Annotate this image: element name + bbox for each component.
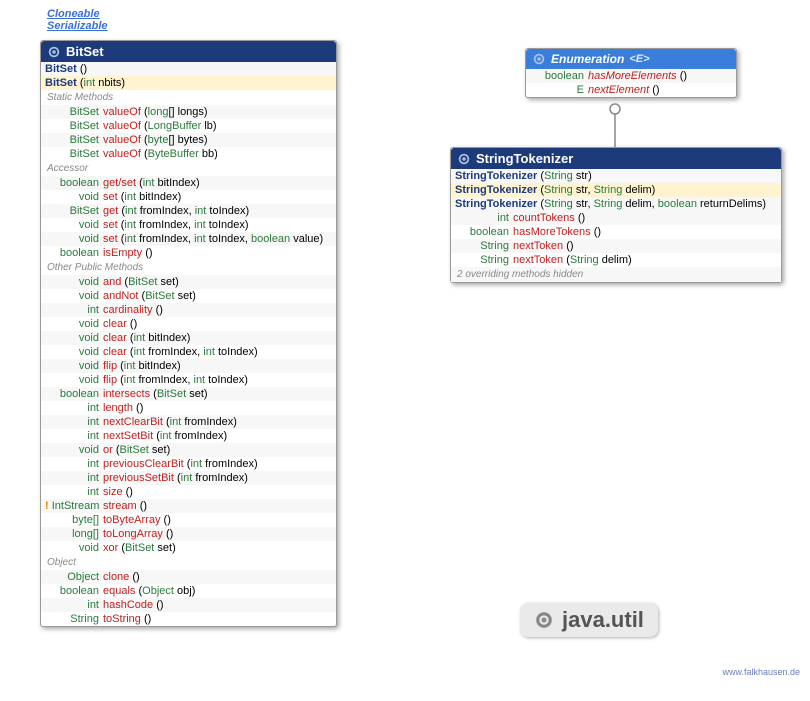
method-row: StringnextToken () xyxy=(451,239,781,253)
method-row: intlength () xyxy=(41,401,336,415)
method-row: voidflip (int bitIndex) xyxy=(41,359,336,373)
gear-icon xyxy=(47,45,61,59)
gear-icon xyxy=(534,610,554,630)
method-row: intcountTokens () xyxy=(451,211,781,225)
constructor-row: StringTokenizer (String str, String deli… xyxy=(451,183,781,197)
method-row: EnextElement () xyxy=(526,83,736,97)
method-row: BitSetvalueOf (byte[] bytes) xyxy=(41,133,336,147)
constructor-row: BitSet () xyxy=(41,62,336,76)
enumeration-title: Enumeration xyxy=(551,52,624,66)
method-row: inthashCode () xyxy=(41,598,336,612)
method-row: ! IntStreamstream () xyxy=(41,499,336,513)
constructor-row: StringTokenizer (String str) xyxy=(451,169,781,183)
method-row: booleanget/set (int bitIndex) xyxy=(41,176,336,190)
method-row: voidxor (BitSet set) xyxy=(41,541,336,555)
method-row: StringtoString () xyxy=(41,612,336,626)
method-row: voidclear () xyxy=(41,317,336,331)
method-row: voidset (int fromIndex, int toIndex) xyxy=(41,218,336,232)
method-row: intnextSetBit (int fromIndex) xyxy=(41,429,336,443)
method-row: booleanhasMoreElements () xyxy=(526,69,736,83)
method-row: voidand (BitSet set) xyxy=(41,275,336,289)
stringtokenizer-header: StringTokenizer xyxy=(451,148,781,169)
stringtokenizer-class-card: StringTokenizer StringTokenizer (String … xyxy=(450,147,782,283)
method-row: byte[]toByteArray () xyxy=(41,513,336,527)
stringtokenizer-title: StringTokenizer xyxy=(476,151,573,166)
credit-link[interactable]: www.falkhausen.de xyxy=(722,667,800,677)
realization-connector xyxy=(595,103,635,148)
serializable-link[interactable]: Serializable xyxy=(47,20,108,32)
method-row: long[]toLongArray () xyxy=(41,527,336,541)
method-row: voidclear (int fromIndex, int toIndex) xyxy=(41,345,336,359)
method-row: BitSetvalueOf (LongBuffer lb) xyxy=(41,119,336,133)
section-static: Static Methods xyxy=(41,90,336,105)
package-label: java.util xyxy=(520,603,658,637)
method-row: StringnextToken (String delim) xyxy=(451,253,781,267)
bitset-title: BitSet xyxy=(66,44,104,59)
bitset-header: BitSet xyxy=(41,41,336,62)
cloneable-link[interactable]: Cloneable xyxy=(47,8,108,20)
method-row: voidclear (int bitIndex) xyxy=(41,331,336,345)
implements-block: Cloneable Serializable xyxy=(47,8,108,32)
gear-icon xyxy=(532,52,546,66)
method-row: booleanisEmpty () xyxy=(41,246,336,260)
constructor-row: StringTokenizer (String str, String deli… xyxy=(451,197,781,211)
enumeration-header: Enumeration <E> xyxy=(526,49,736,69)
method-row: voidflip (int fromIndex, int toIndex) xyxy=(41,373,336,387)
method-row: BitSetvalueOf (long[] longs) xyxy=(41,105,336,119)
bitset-class-card: BitSet BitSet ()BitSet (int nbits) Stati… xyxy=(40,40,337,627)
method-row: intcardinality () xyxy=(41,303,336,317)
method-row: intsize () xyxy=(41,485,336,499)
method-row: intpreviousSetBit (int fromIndex) xyxy=(41,471,336,485)
method-row: booleanhasMoreTokens () xyxy=(451,225,781,239)
package-name: java.util xyxy=(562,607,644,633)
method-row: intpreviousClearBit (int fromIndex) xyxy=(41,457,336,471)
method-row: Objectclone () xyxy=(41,570,336,584)
enumeration-interface-card: Enumeration <E> booleanhasMoreElements (… xyxy=(525,48,737,98)
enumeration-generic: <E> xyxy=(629,53,649,65)
method-row: booleanequals (Object obj) xyxy=(41,584,336,598)
method-row: voidset (int bitIndex) xyxy=(41,190,336,204)
method-row: voidandNot (BitSet set) xyxy=(41,289,336,303)
method-row: booleanintersects (BitSet set) xyxy=(41,387,336,401)
hidden-methods-note: 2 overriding methods hidden xyxy=(451,267,781,282)
section-other: Other Public Methods xyxy=(41,260,336,275)
method-row: voidor (BitSet set) xyxy=(41,443,336,457)
method-row: voidset (int fromIndex, int toIndex, boo… xyxy=(41,232,336,246)
method-row: BitSetvalueOf (ByteBuffer bb) xyxy=(41,147,336,161)
method-row: BitSetget (int fromIndex, int toIndex) xyxy=(41,204,336,218)
gear-icon xyxy=(457,152,471,166)
constructor-row: BitSet (int nbits) xyxy=(41,76,336,90)
section-object: Object xyxy=(41,555,336,570)
section-accessor: Accessor xyxy=(41,161,336,176)
method-row: intnextClearBit (int fromIndex) xyxy=(41,415,336,429)
